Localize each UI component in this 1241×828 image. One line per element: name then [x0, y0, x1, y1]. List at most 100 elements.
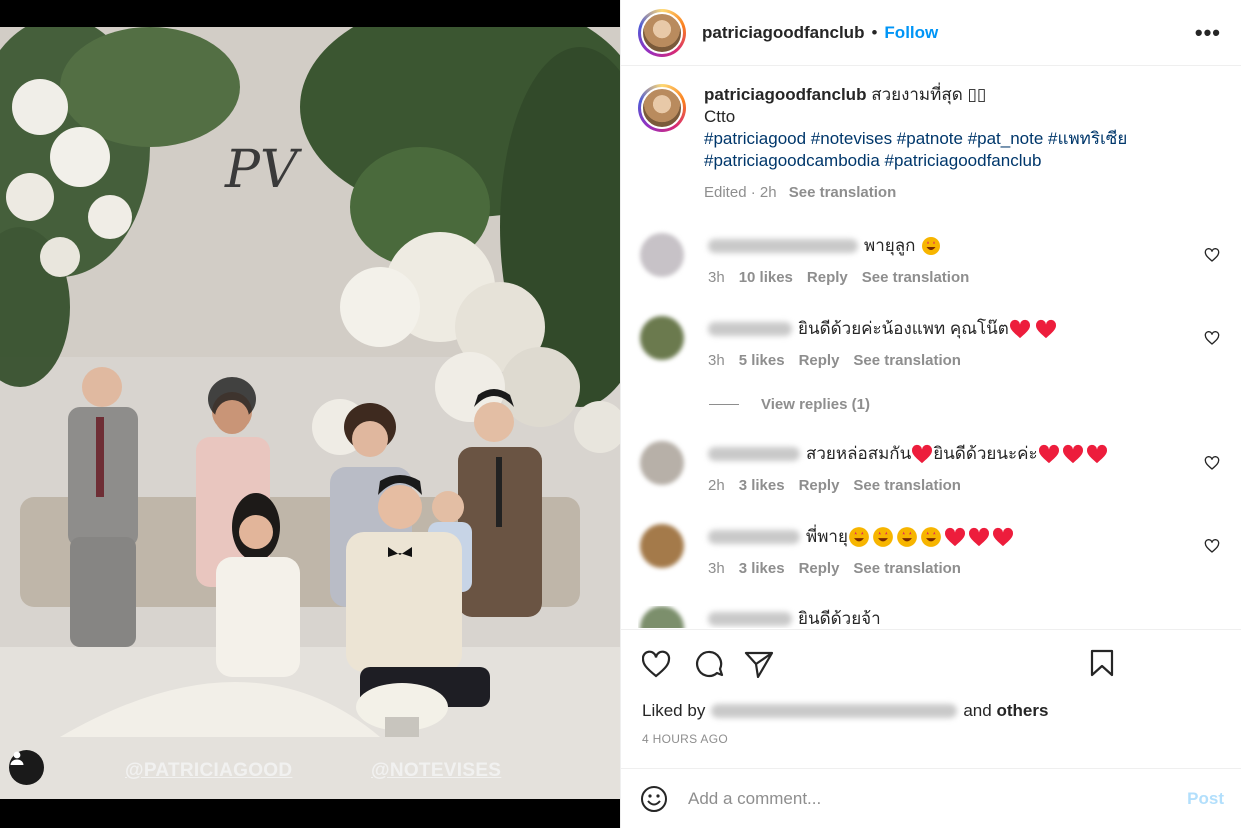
caption-text: สวยงามที่สุด ▯▯ — [871, 85, 987, 104]
comment-likes[interactable]: 10 likes — [739, 269, 793, 286]
emoji-smile-icon[interactable] — [640, 785, 668, 813]
comment-like-heart-icon[interactable] — [1204, 455, 1220, 471]
liked-others-link[interactable]: others — [996, 701, 1048, 721]
follow-button[interactable]: Follow — [884, 23, 938, 43]
like-heart-icon[interactable] — [642, 650, 693, 678]
comment-text: พี่พายุ — [806, 527, 848, 546]
comment-avatar[interactable] — [640, 233, 684, 277]
post-actions: Liked by and others 4 HOURS AGO — [621, 629, 1241, 769]
view-replies-label: View replies (1) — [761, 396, 870, 413]
comment-line: พี่พายุ — [708, 526, 1188, 548]
comment-username-blurred[interactable] — [708, 239, 858, 253]
action-icons — [642, 650, 795, 678]
comment-item: สวยหล่อสมกัน ยินดีด้วยนะค่ะ 2h 3 likes R… — [638, 441, 1228, 501]
view-replies-button[interactable]: View replies (1) — [709, 396, 870, 413]
red-heart-emoji-icon — [992, 527, 1014, 547]
comment-body: สวยหล่อสมกัน ยินดีด้วยนะค่ะ 2h 3 likes R… — [708, 443, 1188, 494]
hashtags-line1[interactable]: #patriciagood #notevises #patnote #pat_n… — [704, 128, 1127, 150]
add-comment-input[interactable] — [688, 789, 1168, 809]
comment-likes[interactable]: 5 likes — [739, 352, 785, 369]
comment-item: พี่พายุ 3h 3 likes Reply See translation — [638, 524, 1228, 584]
wedding-photo: PV — [0, 27, 620, 799]
comment-reply-button[interactable]: Reply — [799, 560, 840, 577]
post-media: PV @PATRICIAGOOD @NOTEVISES — [0, 0, 620, 828]
post-header: patriciagoodfanclub • Follow ••• — [621, 0, 1241, 66]
comment-likes[interactable]: 3 likes — [739, 477, 785, 494]
post-photo[interactable]: PV @PATRICIAGOOD @NOTEVISES — [0, 27, 620, 799]
comment-username-blurred[interactable] — [708, 612, 792, 626]
comment-meta: 3h 5 likes Reply See translation — [708, 352, 1188, 369]
comment-line: สวยหล่อสมกัน ยินดีด้วยนะค่ะ — [708, 443, 1188, 465]
tagged-users-button[interactable] — [9, 750, 44, 785]
share-send-icon[interactable] — [744, 650, 795, 678]
header-username[interactable]: patriciagoodfanclub — [702, 23, 864, 43]
comment-time: 2h — [708, 477, 725, 494]
red-heart-emoji-icon — [944, 527, 966, 547]
comment-time: 3h — [708, 269, 725, 286]
comment-reply-button[interactable]: Reply — [807, 269, 848, 286]
caption-edited: Edited · 2h — [704, 184, 777, 201]
red-heart-emoji-icon — [968, 527, 990, 547]
red-heart-emoji-icon — [1035, 319, 1057, 339]
liked-by-label: Liked by — [642, 701, 706, 720]
star-eyes-emoji-icon — [896, 526, 918, 548]
caption-avatar[interactable] — [638, 84, 686, 132]
comment-time: 3h — [708, 352, 725, 369]
comment-username-blurred[interactable] — [708, 322, 792, 336]
comment-avatar[interactable] — [640, 441, 684, 485]
comment-username-blurred[interactable] — [708, 530, 800, 544]
liked-by-username-blurred[interactable] — [711, 704, 958, 718]
more-options-icon[interactable]: ••• — [1195, 20, 1221, 46]
comment-like-heart-icon[interactable] — [1204, 538, 1220, 554]
comment-reply-button[interactable]: Reply — [799, 352, 840, 369]
comment-see-translation[interactable]: See translation — [862, 269, 970, 286]
comment-line: ยินดีด้วยจ้า — [708, 608, 1188, 628]
comment-text: สวยหล่อสมกัน — [806, 444, 912, 463]
star-eyes-emoji-icon — [848, 526, 870, 548]
post-view: PV @PATRICIAGOOD @NOTEVISES patriciagood… — [0, 0, 1241, 828]
comment-body: ยินดีด้วยค่ะน้องแพท คุณโน๊ต 3h 5 likes R… — [708, 318, 1188, 369]
post-comment-button[interactable]: Post — [1187, 789, 1224, 809]
comment-see-translation[interactable]: See translation — [853, 352, 961, 369]
star-eyes-emoji-icon — [920, 526, 942, 548]
star-eyes-emoji-icon — [921, 236, 941, 256]
caption-line2: Ctto — [704, 107, 736, 126]
comment-bubble-icon[interactable] — [693, 650, 744, 678]
comment-text: ยินดีด้วยจ้า — [798, 609, 881, 628]
comment-avatar[interactable] — [640, 606, 684, 628]
comment-avatar[interactable] — [640, 524, 684, 568]
watermark-patriciagood[interactable]: @PATRICIAGOOD — [125, 760, 292, 782]
post-time-ago: 4 HOURS AGO — [642, 732, 728, 746]
star-eyes-emoji-icon — [872, 526, 894, 548]
comment-meta: 3h 3 likes Reply See translation — [708, 560, 1188, 577]
header-separator: • — [871, 22, 878, 42]
comment-username-blurred[interactable] — [708, 447, 800, 461]
comment-item: ยินดีด้วยจ้า — [638, 606, 1228, 628]
liked-by: Liked by and others — [642, 701, 1048, 721]
watermark-notevises[interactable]: @NOTEVISES — [371, 760, 501, 782]
comment-body: พี่พายุ 3h 3 likes Reply See translation — [708, 526, 1188, 577]
comment-like-heart-icon[interactable] — [1204, 247, 1220, 263]
comment-line: พายุลูก — [708, 235, 1188, 257]
comment-see-translation[interactable]: See translation — [853, 560, 961, 577]
comment-like-heart-icon[interactable] — [1204, 330, 1220, 346]
save-bookmark-icon[interactable] — [1090, 649, 1114, 677]
avatar[interactable] — [638, 8, 686, 57]
red-heart-emoji-icon — [911, 444, 933, 464]
comment-avatar[interactable] — [640, 316, 684, 360]
comment-meta: 2h 3 likes Reply See translation — [708, 477, 1188, 494]
comment-body: ยินดีด้วยจ้า — [708, 608, 1188, 628]
hashtags-line2[interactable]: #patriciagoodcambodia #patriciagoodfancl… — [704, 150, 1127, 172]
comment-time: 3h — [708, 560, 725, 577]
comment-see-translation[interactable]: See translation — [853, 477, 961, 494]
comment-item: ยินดีด้วยค่ะน้องแพท คุณโน๊ต 3h 5 likes R… — [638, 316, 1228, 376]
red-heart-emoji-icon — [1009, 319, 1031, 339]
caption-username[interactable]: patriciagoodfanclub — [704, 85, 866, 104]
comment-body: พายุลูก 3h 10 likes Reply See translatio… — [708, 235, 1188, 286]
comment-likes[interactable]: 3 likes — [739, 560, 785, 577]
monogram-text: PV — [224, 140, 302, 200]
caption-see-translation[interactable]: See translation — [789, 184, 897, 201]
comment-item: พายุลูก 3h 10 likes Reply See translatio… — [638, 233, 1228, 293]
avatar-image — [641, 11, 683, 54]
comment-reply-button[interactable]: Reply — [799, 477, 840, 494]
